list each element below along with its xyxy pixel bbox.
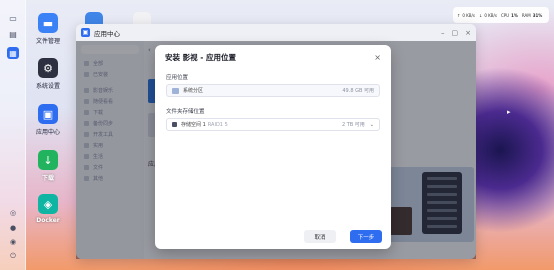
upload-icon: ↑ (457, 12, 461, 18)
docker-icon: ◈ (38, 194, 58, 214)
chevron-down-icon: ⌄ (369, 121, 374, 128)
settings-icon[interactable]: ◎ (9, 209, 17, 217)
install-location-dialog: 安装 影视 - 应用位置 × 应用位置 系统分区 49.8 GB 可用 文件夹存… (155, 45, 391, 249)
cancel-button[interactable]: 取消 (304, 230, 336, 243)
window-icon[interactable]: ▤ (7, 28, 19, 40)
storage-location-label: 文件夹存储位置 (166, 109, 205, 115)
ram-value: 31% (532, 12, 543, 18)
desktop-icon-docker[interactable]: ◈ Docker (33, 194, 63, 224)
monitor-icon[interactable]: ▭ (7, 12, 19, 24)
desktop-icon-download[interactable]: ↓ 下载 (33, 150, 63, 182)
tx-rate: 0 KB/s (462, 12, 475, 18)
download-rate-icon: ↓ (478, 12, 483, 18)
storage-location-sub: RAID1 5 (207, 121, 228, 128)
ram-label: RAM (521, 12, 531, 18)
maximize-icon[interactable]: ▢ (452, 29, 459, 37)
storage-location-select[interactable]: 存储空间 1 RAID1 5 2 TB 可用 ⌄ (166, 118, 380, 131)
desktop-grid-icon[interactable]: ▦ (7, 47, 19, 59)
desktop-icon-label: Docker (36, 217, 60, 224)
install-location-field[interactable]: 系统分区 49.8 GB 可用 (166, 84, 380, 97)
cpu-value: 1% (511, 12, 518, 18)
desktop-icon-app-center[interactable]: ▣ 应用中心 (33, 104, 63, 136)
dialog-title: 安装 影视 - 应用位置 (165, 52, 236, 62)
storage-location-value: 存储空间 1 (181, 122, 206, 128)
app-store-icon: ▣ (38, 104, 58, 124)
power-icon[interactable]: ⏻ (9, 252, 17, 260)
install-location-value: 系统分区 (183, 88, 204, 94)
install-location-available: 49.8 GB 可用 (342, 88, 374, 94)
rx-rate: 0 KB/s (484, 12, 497, 18)
desktop-icon-file-manager[interactable]: ▬ 文件管理 (33, 13, 63, 45)
install-location-label: 应用位置 (166, 75, 189, 81)
disk-icon (172, 87, 179, 94)
gear-icon: ⚙ (38, 58, 58, 78)
notification-icon[interactable]: ● (9, 224, 17, 232)
desktop-icon-label: 下载 (41, 175, 54, 182)
mouse-cursor-icon: ▸ (507, 108, 511, 116)
download-icon: ↓ (38, 150, 58, 170)
desktop-icon-settings[interactable]: ⚙ 系统设置 (33, 58, 63, 90)
desktop-icon-label: 文件管理 (35, 38, 60, 45)
app-center-logo-icon: ▣ (81, 28, 90, 37)
desktop-icon-label: 系统设置 (35, 83, 60, 90)
folder-icon: ▬ (38, 13, 58, 33)
window-title: 应用中心 (94, 29, 120, 38)
cpu-label: CPU (500, 12, 510, 18)
close-icon[interactable]: × (465, 29, 471, 37)
desktop-icon-label: 应用中心 (35, 129, 60, 136)
close-icon[interactable]: × (374, 53, 381, 62)
storage-location-available: 2 TB 可用 (341, 122, 365, 128)
user-icon[interactable]: ◉ (9, 238, 17, 246)
storage-icon (172, 122, 177, 127)
dock: ▭ ▤ ▦ ◎ ● ◉ ⏻ (0, 0, 26, 270)
system-monitor-widget: ↑ 0 KB/s ↓ 0 KB/s CPU 1% RAM 31% (453, 7, 549, 23)
next-button[interactable]: 下一步 (350, 230, 382, 243)
minimize-icon[interactable]: – (441, 29, 445, 37)
window-titlebar[interactable]: ▣ 应用中心 – ▢ × (76, 24, 476, 41)
